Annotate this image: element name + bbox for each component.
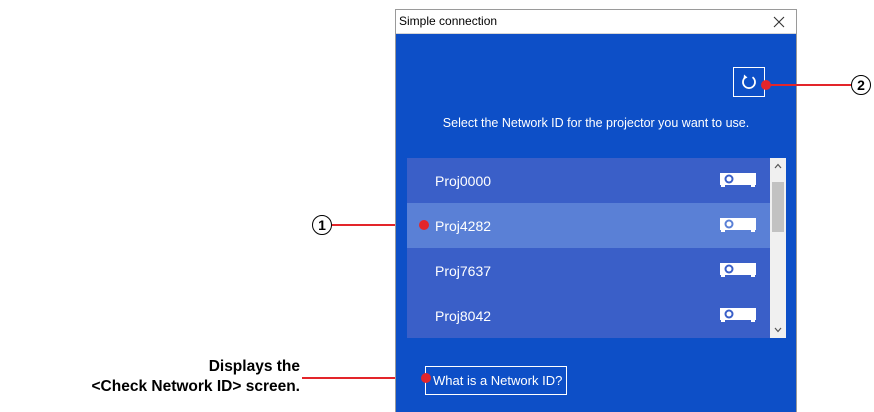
projector-name: Proj7637: [435, 262, 492, 279]
projector-icon: [720, 173, 756, 187]
refresh-icon: [742, 74, 756, 89]
close-button[interactable]: [762, 10, 796, 33]
callout-dot-caption: [421, 373, 431, 383]
callout-line-2: [766, 84, 851, 86]
callout-marker-1: 1: [312, 215, 332, 235]
caption-line-1: Displays the: [208, 358, 300, 375]
projector-name: Proj4282: [435, 217, 492, 234]
list-item-proj4282[interactable]: Proj4282: [407, 203, 770, 248]
chevron-down-icon: [774, 327, 782, 333]
callout-dot-2: [761, 80, 771, 90]
list-item-proj8042[interactable]: Proj8042: [407, 293, 770, 338]
list-scrollbar[interactable]: [770, 158, 786, 338]
window-title: Simple connection: [399, 14, 498, 28]
callout-dot-1: [419, 220, 429, 230]
title-bar: Simple connection: [396, 10, 796, 34]
projector-name: Proj0000: [435, 172, 492, 189]
callout-caption: Displays the <Check Network ID> screen.: [92, 357, 301, 397]
projector-icon: [720, 308, 756, 322]
close-icon: [773, 16, 785, 27]
what-is-network-id-button[interactable]: What is a Network ID?: [425, 366, 568, 395]
projector-icon: [720, 218, 756, 232]
chevron-up-icon: [774, 163, 782, 169]
simple-connection-window: Simple connection Select the Network ID …: [395, 9, 797, 412]
caption-line-2: <Check Network ID> screen.: [91, 378, 301, 395]
callout-marker-2: 2: [851, 75, 871, 95]
refresh-button[interactable]: [733, 67, 765, 97]
scroll-up-button[interactable]: [770, 158, 786, 174]
network-id-list: Proj0000 Proj4282 Proj7637 Proj8042: [407, 158, 786, 338]
list-item-proj7637[interactable]: Proj7637: [407, 248, 770, 293]
scroll-down-button[interactable]: [770, 322, 786, 338]
list-item-proj0000[interactable]: Proj0000: [407, 158, 770, 203]
projector-icon: [720, 263, 756, 277]
projector-name: Proj8042: [435, 307, 492, 324]
instruction-text: Select the Network ID for the projector …: [442, 116, 750, 130]
scroll-thumb[interactable]: [772, 182, 784, 232]
